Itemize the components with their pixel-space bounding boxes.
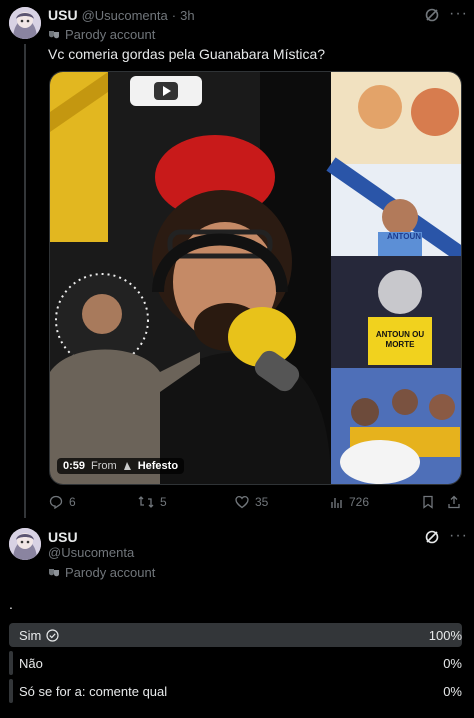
source-icon (123, 462, 131, 470)
grok-icon[interactable] (424, 7, 440, 28)
poll-option-percent: 0% (443, 656, 462, 671)
repost-count: 5 (160, 495, 167, 509)
video-overlay: 0:59 From Hefesto (57, 458, 185, 474)
poll-option-label: Sim (19, 628, 42, 643)
video-from-label: From (91, 460, 117, 472)
avatar[interactable] (9, 528, 41, 560)
panel-sign-text-2: ANTOUN OU MORTE (375, 330, 425, 349)
poll-option-label: Não (19, 656, 43, 671)
timestamp[interactable]: 3h (180, 8, 194, 23)
play-logo-icon (130, 76, 202, 106)
tweet-text: . (9, 596, 13, 612)
poll-result-bar (9, 651, 13, 675)
grok-icon[interactable] (424, 529, 440, 550)
parody-label: Parody account (65, 565, 156, 580)
bookmark-icon[interactable] (422, 495, 434, 512)
poll-option-label-wrap: Sim (19, 628, 59, 643)
reply-icon (49, 495, 63, 509)
like-count: 35 (255, 495, 269, 509)
share-icon[interactable] (447, 495, 461, 512)
separator: · (171, 7, 177, 23)
thread-line (24, 44, 26, 518)
avatar[interactable] (9, 7, 41, 39)
video-timestamp: 0:59 (63, 460, 86, 472)
handle[interactable]: @Usucomenta (48, 545, 134, 560)
poll-option-percent: 0% (443, 684, 462, 699)
views-icon (331, 497, 342, 508)
video-frame (50, 72, 461, 484)
more-options-icon[interactable]: ··· (449, 5, 468, 23)
tweet-actions: 6 5 35 726 (49, 495, 462, 511)
poll-result-bar (9, 623, 462, 647)
reply-button[interactable]: 6 (49, 495, 76, 509)
video-source[interactable]: Hefesto (138, 460, 178, 472)
more-options-icon[interactable]: ··· (449, 527, 468, 545)
poll-option[interactable]: Só se for a: comente qual 0% (9, 679, 462, 703)
tweet-header: USU @Usucomenta · 3h (48, 7, 195, 23)
poll-option-percent: 100% (428, 628, 462, 643)
heart-icon (235, 495, 249, 509)
poll-option[interactable]: Sim 100% (9, 623, 462, 647)
poll-result-bar (9, 679, 13, 703)
display-name[interactable]: USU (48, 7, 78, 23)
display-name[interactable]: USU (48, 529, 78, 545)
poll-option-label-wrap: Não (19, 656, 43, 671)
check-circle-icon (46, 629, 59, 642)
like-button[interactable]: 35 (235, 495, 268, 509)
reply-count: 6 (69, 495, 76, 509)
poll-option[interactable]: Não 0% (9, 651, 462, 675)
handle[interactable]: @Usucomenta (82, 8, 168, 23)
repost-button[interactable]: 5 (138, 495, 167, 509)
poll-option-label: Só se for a: comente qual (19, 684, 168, 699)
parody-badge: Parody account (48, 27, 155, 42)
theater-masks-icon (49, 568, 59, 576)
parody-badge: Parody account (48, 565, 155, 580)
tweet-text: Vc comeria gordas pela Guanabara Mística… (48, 46, 326, 62)
poll-option-label-wrap: Só se for a: comente qual (19, 684, 167, 699)
parody-label: Parody account (65, 27, 156, 42)
video-player[interactable]: ANTOUN ANTOUN OU MORTE 0:59 From Hefesto (49, 71, 462, 485)
panel-sign-text: ANTOUN (387, 232, 422, 241)
views-button[interactable]: 726 (330, 495, 369, 509)
views-count: 726 (349, 495, 370, 509)
theater-masks-icon (49, 30, 59, 38)
repost-icon (138, 496, 154, 508)
